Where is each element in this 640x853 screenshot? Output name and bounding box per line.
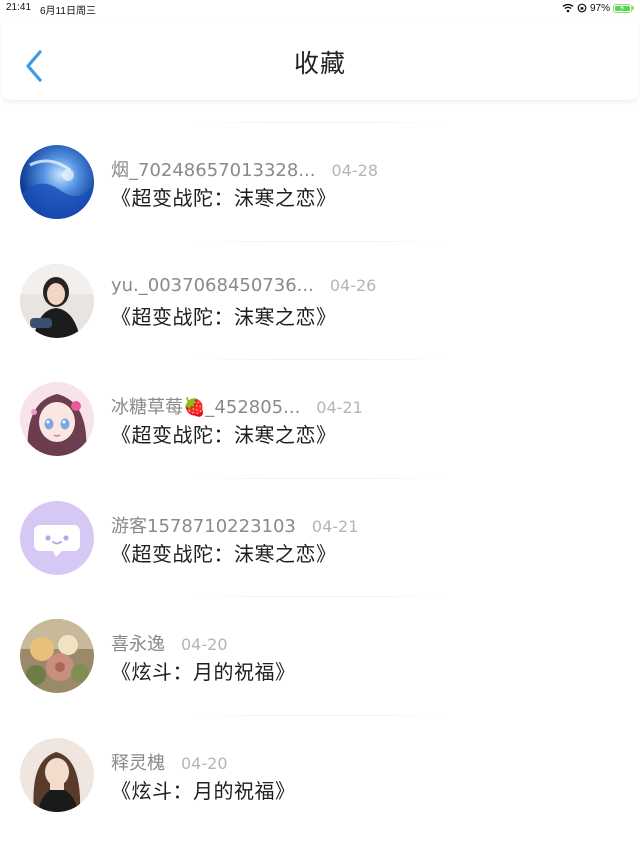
status-time: 21:41 (6, 2, 32, 13)
favorites-screen: 21:41 6月11日周三 97% ⚡ 收藏 烟_70248657013328.… (0, 0, 640, 853)
girl-photo-avatar[interactable] (20, 263, 94, 338)
post-date: 04-21 (311, 516, 359, 536)
blue-abstract-avatar[interactable] (20, 145, 94, 219)
work-title[interactable]: 《超变战陀：沫寒之恋》 (111, 538, 337, 567)
username[interactable]: yu._0037068450736... (111, 275, 314, 296)
wifi-icon (562, 3, 574, 13)
favorite-item[interactable]: 释灵槐 04-20 《炫斗：月的祝福》 (0, 711, 640, 830)
flowers-avatar[interactable] (20, 619, 94, 693)
navigation-header: 收藏 (2, 20, 638, 100)
work-title[interactable]: 《超变战陀：沫寒之恋》 (111, 301, 337, 330)
status-indicators: 97% ⚡ (562, 1, 634, 15)
chat-bubble-avatar[interactable] (20, 500, 94, 575)
battery-percent: 97% (589, 2, 610, 14)
favorite-item[interactable]: 冰糖草莓🍓_452805... 04-21 《超变战陀：沫寒之恋》 (0, 355, 640, 474)
post-date: 04-28 (331, 161, 379, 180)
battery-icon: ⚡ (613, 3, 632, 13)
favorite-item[interactable]: yu._0037068450736... 04-26 《超变战陀：沫寒之恋》 (0, 237, 640, 356)
woman-photo-avatar[interactable] (20, 737, 94, 812)
work-title[interactable]: 《炫斗：月的祝福》 (111, 656, 296, 685)
post-date: 04-26 (329, 275, 377, 295)
username[interactable]: 冰糖草莓🍓_452805... (111, 393, 300, 419)
post-date: 04-20 (181, 635, 228, 654)
status-date: 6月11日周三 (40, 6, 96, 17)
username[interactable]: 游客1578710223103 (111, 512, 296, 538)
username[interactable]: 烟_70248657013328... (111, 156, 316, 182)
post-date: 04-21 (316, 398, 363, 417)
work-title[interactable]: 《超变战陀：沫寒之恋》 (111, 182, 337, 211)
post-date: 04-20 (181, 753, 228, 773)
username[interactable]: 释灵槐 (111, 749, 165, 775)
favorite-item[interactable]: 游客1578710223103 04-21 《超变战陀：沫寒之恋》 (0, 474, 640, 593)
work-title[interactable]: 《超变战陀：沫寒之恋》 (111, 419, 337, 448)
username[interactable]: 喜永逸 (111, 630, 165, 656)
page-title: 收藏 (293, 49, 346, 78)
favorite-item[interactable]: 喜永逸 04-20 《炫斗：月的祝福》 (0, 592, 640, 711)
anime-girl-avatar[interactable] (20, 382, 94, 456)
orientation-lock-icon (577, 3, 587, 13)
favorite-item[interactable]: 烟_70248657013328... 04-28 《超变战陀：沫寒之恋》 (0, 118, 640, 237)
favorites-list: 烟_70248657013328... 04-28 《超变战陀：沫寒之恋》 yu… (0, 118, 640, 829)
work-title[interactable]: 《炫斗：月的祝福》 (111, 775, 296, 804)
status-bar: 21:41 6月11日周三 97% ⚡ (0, 0, 640, 17)
